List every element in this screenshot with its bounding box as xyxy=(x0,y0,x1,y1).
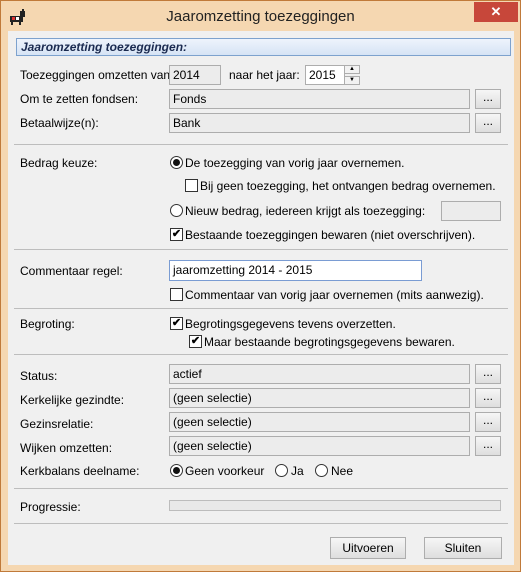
dialog-window: Jaaromzetting toezeggingen ✕ Jaaromzetti… xyxy=(0,0,521,572)
budget-label: Begroting: xyxy=(20,317,75,331)
title-bar[interactable]: Jaaromzetting toezeggingen ✕ xyxy=(1,1,520,31)
checkbox-budget-keep[interactable]: ✔ xyxy=(189,335,202,348)
divider xyxy=(14,488,508,489)
status-label: Status: xyxy=(20,369,58,383)
family-label: Gezinsrelatie: xyxy=(20,417,94,431)
checkbox-budget-keep-label: Maar bestaande begrotingsgegevens beware… xyxy=(204,335,455,349)
section-header-label: Jaaromzetting toezeggingen: xyxy=(21,40,188,54)
checkbox-budget-transfer[interactable]: ✔ xyxy=(170,317,183,330)
district-browse-button[interactable]: ... xyxy=(475,436,501,456)
divider xyxy=(14,354,508,355)
divider xyxy=(14,523,508,524)
new-amount-input[interactable] xyxy=(441,201,501,221)
funds-label: Om te zetten fondsen: xyxy=(20,92,139,106)
family-browse-button[interactable]: ... xyxy=(475,412,501,432)
district-label: Wijken omzetten: xyxy=(20,441,113,455)
church-label: Kerkelijke gezindte: xyxy=(20,393,125,407)
funds-field: Fonds xyxy=(169,89,470,109)
radio-no-label: Nee xyxy=(331,464,354,478)
radio-new-amount-label: Nieuw bedrag, iedereen krijgt als toezeg… xyxy=(185,204,426,218)
run-button[interactable]: Uitvoeren xyxy=(330,537,406,559)
payment-browse-button[interactable]: ... xyxy=(475,113,501,133)
window-title: Jaaromzetting toezeggingen xyxy=(166,8,355,25)
divider xyxy=(14,144,508,145)
divider xyxy=(14,249,508,250)
family-field: (geen selectie) xyxy=(169,412,470,432)
amount-label: Bedrag keuze: xyxy=(20,156,98,170)
status-field: actief xyxy=(169,364,470,384)
radio-previous-pledge-label: De toezegging van vorig jaar overnemen. xyxy=(185,156,405,170)
participation-label: Kerkbalans deelname: xyxy=(20,464,140,478)
checkbox-keep-existing-label: Bestaande toezeggingen bewaren (niet ove… xyxy=(185,228,476,242)
convert-from-label: Toezeggingen omzetten van: xyxy=(20,68,174,82)
dialog-body: Jaaromzetting toezeggingen: Toezeggingen… xyxy=(8,31,514,565)
to-year-input[interactable]: 2015 xyxy=(305,65,345,85)
checkbox-received-amount[interactable] xyxy=(185,179,198,192)
radio-yes[interactable] xyxy=(275,464,288,477)
checkbox-budget-transfer-label: Begrotingsgegevens tevens overzetten. xyxy=(185,317,396,331)
checkbox-received-amount-label: Bij geen toezegging, het ontvangen bedra… xyxy=(200,179,496,193)
radio-no-preference[interactable] xyxy=(170,464,183,477)
radio-new-amount[interactable] xyxy=(170,204,183,217)
progress-bar xyxy=(169,500,501,511)
checkbox-keep-existing[interactable]: ✔ xyxy=(170,228,183,241)
year-spinner[interactable]: ▲ ▼ xyxy=(344,65,360,85)
progress-label: Progressie: xyxy=(20,500,81,514)
spin-down-icon[interactable]: ▼ xyxy=(344,76,360,85)
spin-up-icon[interactable]: ▲ xyxy=(344,65,360,74)
checkbox-copy-comment-label: Commentaar van vorig jaar overnemen (mit… xyxy=(185,288,484,302)
close-button[interactable]: Sluiten xyxy=(424,537,502,559)
radio-previous-pledge[interactable] xyxy=(170,156,183,169)
close-window-button[interactable]: ✕ xyxy=(474,2,518,22)
payment-label: Betaalwijze(n): xyxy=(20,116,99,130)
checkbox-copy-comment[interactable] xyxy=(170,288,183,301)
radio-yes-label: Ja xyxy=(291,464,304,478)
radio-no[interactable] xyxy=(315,464,328,477)
church-browse-button[interactable]: ... xyxy=(475,388,501,408)
payment-field: Bank xyxy=(169,113,470,133)
radio-no-preference-label: Geen voorkeur xyxy=(185,464,265,478)
convert-to-label: naar het jaar: xyxy=(229,68,300,82)
church-field: (geen selectie) xyxy=(169,388,470,408)
comment-input[interactable]: jaaromzetting 2014 - 2015 xyxy=(169,260,422,281)
funds-browse-button[interactable]: ... xyxy=(475,89,501,109)
status-browse-button[interactable]: ... xyxy=(475,364,501,384)
section-header: Jaaromzetting toezeggingen: xyxy=(16,38,511,56)
from-year-field: 2014 xyxy=(169,65,221,85)
district-field: (geen selectie) xyxy=(169,436,470,456)
divider xyxy=(14,308,508,309)
comment-label: Commentaar regel: xyxy=(20,264,123,278)
